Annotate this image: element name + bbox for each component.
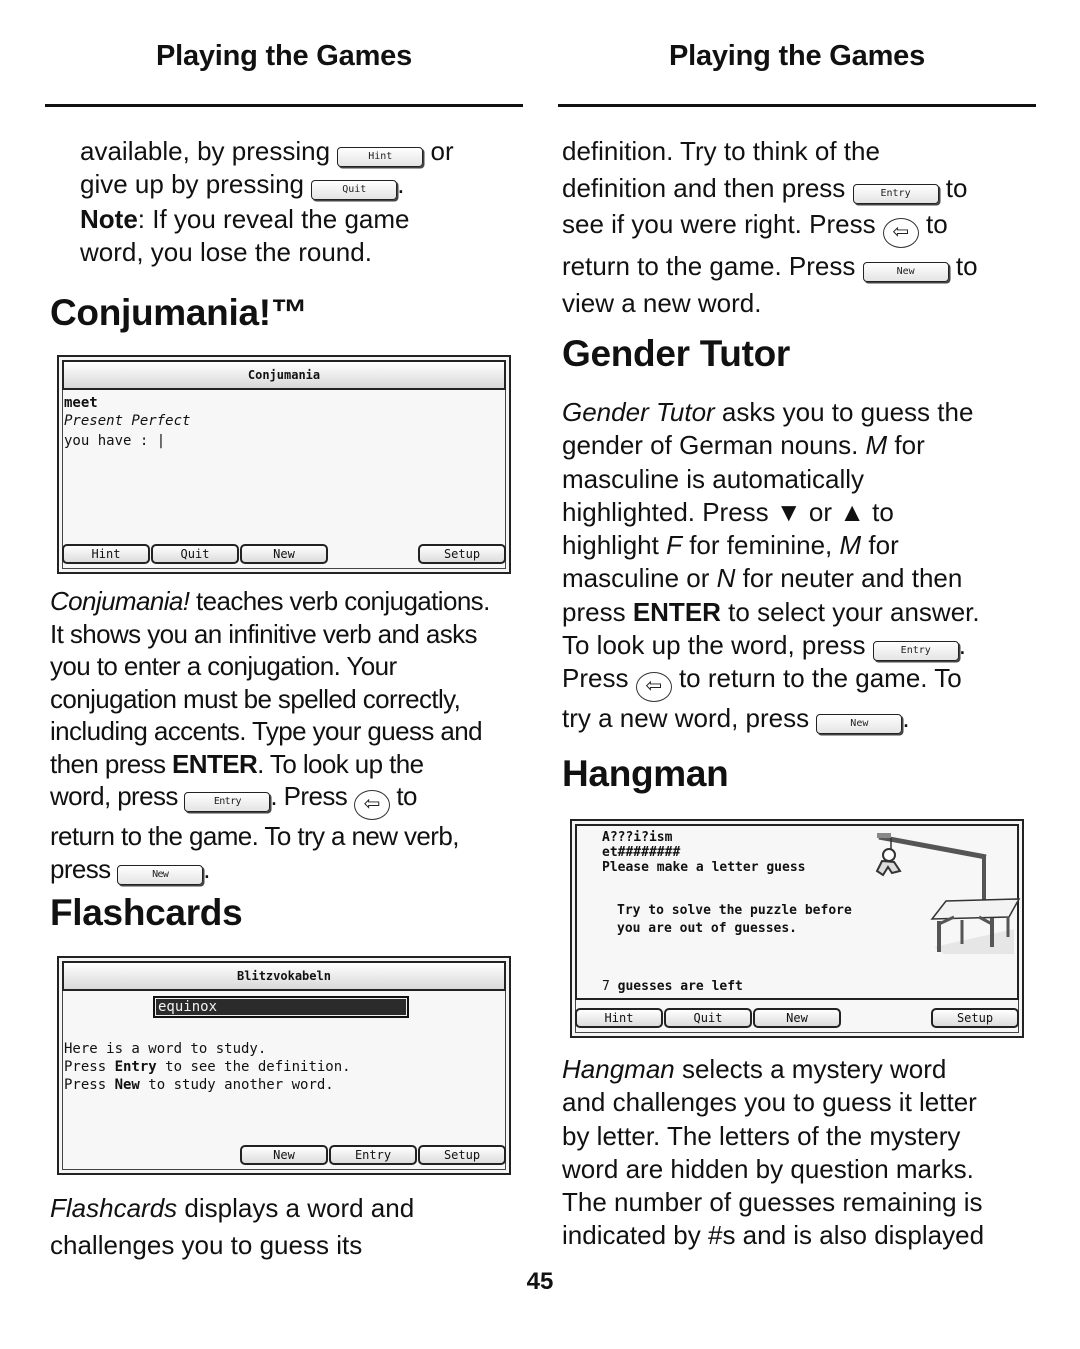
back-arrow-key-icon: ⇦ xyxy=(353,790,390,820)
flashcards-title-bar: Blitzvokabeln xyxy=(62,961,506,991)
quit-key-icon: Quit xyxy=(311,179,398,200)
conjumania-title-bar: Conjumania xyxy=(62,360,506,390)
header-rule-left xyxy=(45,104,523,107)
conjumania-screen: Conjumania meet Present Perfect you have… xyxy=(57,355,511,574)
flashcards-setup-button[interactable]: Setup xyxy=(418,1145,506,1165)
heading-conjumania: Conjumania!™ xyxy=(50,292,308,333)
back-arrow-key-icon: ⇦ xyxy=(635,672,672,703)
hangman-hint-line-2: you are out of guesses. xyxy=(617,921,798,936)
hangman-new-button[interactable]: New xyxy=(753,1008,841,1028)
gender-tutor-description: Gender Tutor asks you to guess the gende… xyxy=(562,397,980,735)
hangman-instruction: Please make a letter guess xyxy=(602,860,806,875)
hangman-hint-button[interactable]: Hint xyxy=(575,1008,663,1028)
note-label: Note xyxy=(80,204,138,234)
hangman-guesses-left: 7 guesses are left xyxy=(602,979,743,994)
flashcards-entry-button[interactable]: Entry xyxy=(329,1145,417,1165)
flashcards-description: Flashcards displays a word and challenge… xyxy=(50,1193,415,1260)
flashcards-line-2: Press Entry to see the definition. xyxy=(64,1059,351,1075)
new-key-icon: New xyxy=(117,864,204,885)
flashcards-new-button[interactable]: New xyxy=(240,1145,328,1165)
flashcards-word-field: equinox xyxy=(153,996,409,1018)
entry-key-icon: Entry xyxy=(852,183,939,204)
hangman-hint-line-1: Try to solve the puzzle before xyxy=(617,903,852,918)
hangman-description: Hangman selects a mystery word and chall… xyxy=(562,1054,985,1251)
conjumania-hint-button[interactable]: Hint xyxy=(62,544,150,564)
flashcards-continued: definition. Try to think of the definiti… xyxy=(562,136,978,318)
conjumania-tense: Present Perfect xyxy=(64,413,191,429)
hint-key-icon: Hint xyxy=(337,147,424,167)
conjumania-quit-button[interactable]: Quit xyxy=(151,544,239,564)
conjumania-setup-button[interactable]: Setup xyxy=(418,544,506,564)
back-arrow-key-icon: ⇦ xyxy=(882,218,919,248)
flashcards-line-1: Here is a word to study. xyxy=(64,1041,267,1057)
flashcards-screen: Blitzvokabeln equinox Here is a word to … xyxy=(57,956,511,1175)
conjumania-description: Conjumania! teaches verb conjugations. I… xyxy=(50,586,490,885)
new-key-icon: New xyxy=(862,262,949,282)
hangman-setup-button[interactable]: Setup xyxy=(931,1008,1019,1028)
new-key-icon: New xyxy=(816,714,903,735)
hangman-screen: A???i?ism et######## Please make a lette… xyxy=(570,819,1024,1038)
hangman-quit-button[interactable]: Quit xyxy=(664,1008,752,1028)
running-head-left: Playing the Games xyxy=(155,40,413,72)
running-head-right: Playing the Games xyxy=(668,40,926,72)
heading-hangman: Hangman xyxy=(562,753,729,794)
conjumania-new-button[interactable]: New xyxy=(240,544,328,564)
page-number: 45 xyxy=(526,1268,554,1295)
entry-key-icon: Entry xyxy=(184,792,271,812)
entry-key-icon: Entry xyxy=(872,641,959,662)
conjumania-verb: meet xyxy=(64,395,98,411)
gallows-illustration-icon xyxy=(875,833,1021,954)
header-rule-right xyxy=(558,104,1036,107)
heading-gender-tutor: Gender Tutor xyxy=(562,333,790,374)
conjumania-answer-input[interactable]: you have : | xyxy=(64,432,165,450)
flashcards-line-3: Press New to study another word. xyxy=(64,1077,334,1093)
intro-paragraph: available, by pressing Hint or give up b… xyxy=(80,136,454,267)
heading-flashcards: Flashcards xyxy=(50,892,243,933)
